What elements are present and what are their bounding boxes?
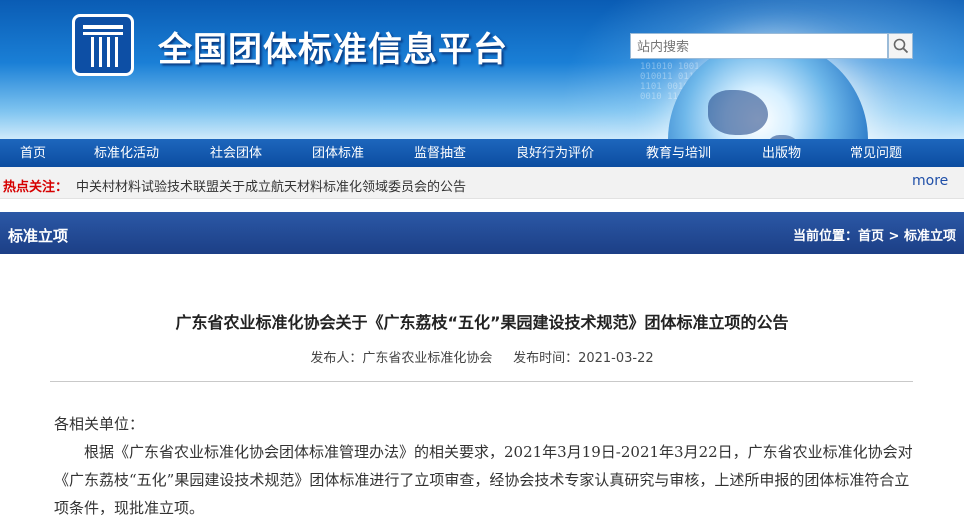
nav-item-faq[interactable]: 常见问题: [850, 139, 902, 167]
publish-date: 2021-03-22: [578, 351, 654, 366]
site-logo[interactable]: [72, 14, 134, 76]
publisher-label: 发布人：: [310, 351, 363, 366]
hot-news-link[interactable]: 中关村材料试验技术联盟关于成立航天材料标准化领域委员会的公告: [76, 176, 466, 195]
publisher-name: 广东省农业标准化协会: [362, 351, 493, 366]
hot-news-bar: 热点关注： 中关村材料试验技术联盟关于成立航天材料标准化领域委员会的公告 mor…: [0, 167, 964, 199]
hot-news-label: 热点关注：: [3, 180, 69, 195]
nav-item-standardization-activities[interactable]: 标准化活动: [94, 139, 159, 167]
article-meta: 发布人：广东省农业标准化协会 发布时间：2021-03-22: [0, 347, 964, 366]
article-paragraph: 根据《广东省农业标准化协会团体标准管理办法》的相关要求，2021年3月19日-2…: [54, 443, 913, 517]
nav-item-group-standards[interactable]: 团体标准: [312, 139, 364, 167]
nav-item-social-groups[interactable]: 社会团体: [210, 139, 262, 167]
nav-item-supervision[interactable]: 监督抽查: [414, 139, 466, 167]
nav-item-education[interactable]: 教育与培训: [646, 139, 711, 167]
section-title: 标准立项: [8, 227, 69, 245]
site-title[interactable]: 全国团体标准信息平台: [158, 22, 508, 71]
section-header: 标准立项 当前位置：首页 > 标准立项: [0, 212, 964, 254]
article-body: 各相关单位： 根据《广东省农业标准化协会团体标准管理办法》的相关要求，2021年…: [54, 410, 918, 519]
breadcrumb-current[interactable]: 标准立项: [904, 229, 956, 244]
article-title: 广东省农业标准化协会关于《广东荔枝“五化”果园建设技术规范》团体标准立项的公告: [175, 313, 789, 332]
nav-item-good-behavior[interactable]: 良好行为评价: [516, 139, 594, 167]
main-nav: 首页 标准化活动 社会团体 团体标准 监督抽查 良好行为评价 教育与培训 出版物…: [0, 139, 964, 167]
date-label: 发布时间：: [513, 351, 579, 366]
article-salutation: 各相关单位：: [54, 415, 145, 433]
nav-item-home[interactable]: 首页: [20, 139, 46, 167]
search-icon: [893, 38, 908, 54]
search-button[interactable]: [888, 33, 913, 59]
breadcrumb-prefix: 当前位置：: [792, 229, 858, 244]
breadcrumb-home[interactable]: 首页: [858, 229, 884, 244]
nav-item-publications[interactable]: 出版物: [762, 139, 801, 167]
breadcrumb: 当前位置：首页 > 标准立项: [793, 225, 956, 244]
breadcrumb-separator: >: [888, 229, 900, 244]
more-link[interactable]: more: [912, 173, 948, 189]
title-divider: [50, 381, 913, 382]
search-input[interactable]: [630, 33, 888, 59]
header-banner: 101010 1001 010011 0110 1101 00101 0010 …: [0, 0, 964, 139]
